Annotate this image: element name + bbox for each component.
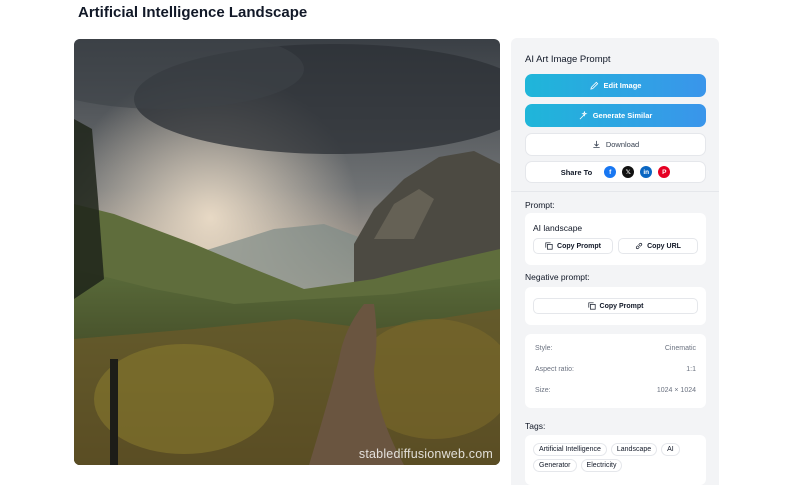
edit-image-button[interactable]: Edit Image xyxy=(525,74,706,97)
copy-icon xyxy=(587,302,596,310)
meta-row-size: Size: 1024 × 1024 xyxy=(535,387,696,394)
watermark-text: stablediffusionweb.com xyxy=(358,447,493,461)
prompt-text: AI landscape xyxy=(533,223,583,233)
landscape-artwork xyxy=(74,39,500,465)
copy-negative-prompt-label: Copy Prompt xyxy=(599,302,644,310)
meta-value: 1024 × 1024 xyxy=(656,387,696,394)
meta-value: 1:1 xyxy=(686,366,696,373)
meta-key: Style: xyxy=(535,345,553,352)
landscape-image[interactable]: stablediffusionweb.com xyxy=(74,39,500,465)
download-button[interactable]: Download xyxy=(525,133,706,156)
meta-row-style: Style: Cinematic xyxy=(535,345,696,352)
x-icon[interactable]: 𝕏 xyxy=(622,166,635,178)
page-title: Artificial Intelligence Landscape xyxy=(78,4,308,21)
tag-item[interactable]: Generator xyxy=(533,459,577,472)
tag-item[interactable]: Artificial Intelligence xyxy=(533,443,607,456)
copy-negative-prompt-button[interactable]: Copy Prompt xyxy=(533,298,698,314)
copy-icon xyxy=(545,242,553,250)
generate-similar-button[interactable]: Generate Similar xyxy=(525,104,706,127)
generate-similar-label: Generate Similar xyxy=(592,111,653,120)
copy-prompt-button[interactable]: Copy Prompt xyxy=(533,238,613,254)
prompt-card: AI landscape Copy Prompt Copy URL xyxy=(525,213,706,265)
tag-item[interactable]: Landscape xyxy=(610,443,658,456)
pinterest-icon[interactable]: P xyxy=(658,166,671,178)
copy-prompt-label: Copy Prompt xyxy=(557,242,601,250)
tags-list: Artificial Intelligence Landscape AI Gen… xyxy=(525,435,706,485)
negative-prompt-label: Negative prompt: xyxy=(525,272,590,282)
meta-card: Style: Cinematic Aspect ratio: 1:1 Size:… xyxy=(525,334,706,408)
linkedin-icon[interactable]: in xyxy=(640,166,653,178)
meta-value: Cinematic xyxy=(664,345,696,352)
download-label: Download xyxy=(605,140,640,149)
share-label: Share To xyxy=(560,167,593,177)
prompt-panel: AI Art Image Prompt Edit Image Generate … xyxy=(511,38,719,485)
meta-key: Size: xyxy=(535,387,551,394)
prompt-label: Prompt: xyxy=(525,200,555,210)
download-icon xyxy=(593,140,600,149)
meta-key: Aspect ratio: xyxy=(535,366,574,373)
copy-url-label: Copy URL xyxy=(647,242,681,250)
tag-item[interactable]: AI xyxy=(661,443,680,456)
tag-item[interactable]: Electricity xyxy=(580,459,623,472)
negative-prompt-card: Copy Prompt xyxy=(525,287,706,325)
panel-title: AI Art Image Prompt xyxy=(525,54,611,65)
pencil-icon xyxy=(589,81,598,90)
magic-wand-icon xyxy=(579,111,588,120)
copy-url-button[interactable]: Copy URL xyxy=(618,238,698,254)
facebook-icon[interactable]: f xyxy=(604,166,617,178)
tags-label: Tags: xyxy=(525,421,546,431)
share-bar: Share To f 𝕏 in P xyxy=(525,161,706,183)
meta-row-aspect-ratio: Aspect ratio: 1:1 xyxy=(535,366,696,373)
divider xyxy=(511,191,719,192)
link-icon xyxy=(636,242,643,250)
edit-image-label: Edit Image xyxy=(603,81,642,90)
